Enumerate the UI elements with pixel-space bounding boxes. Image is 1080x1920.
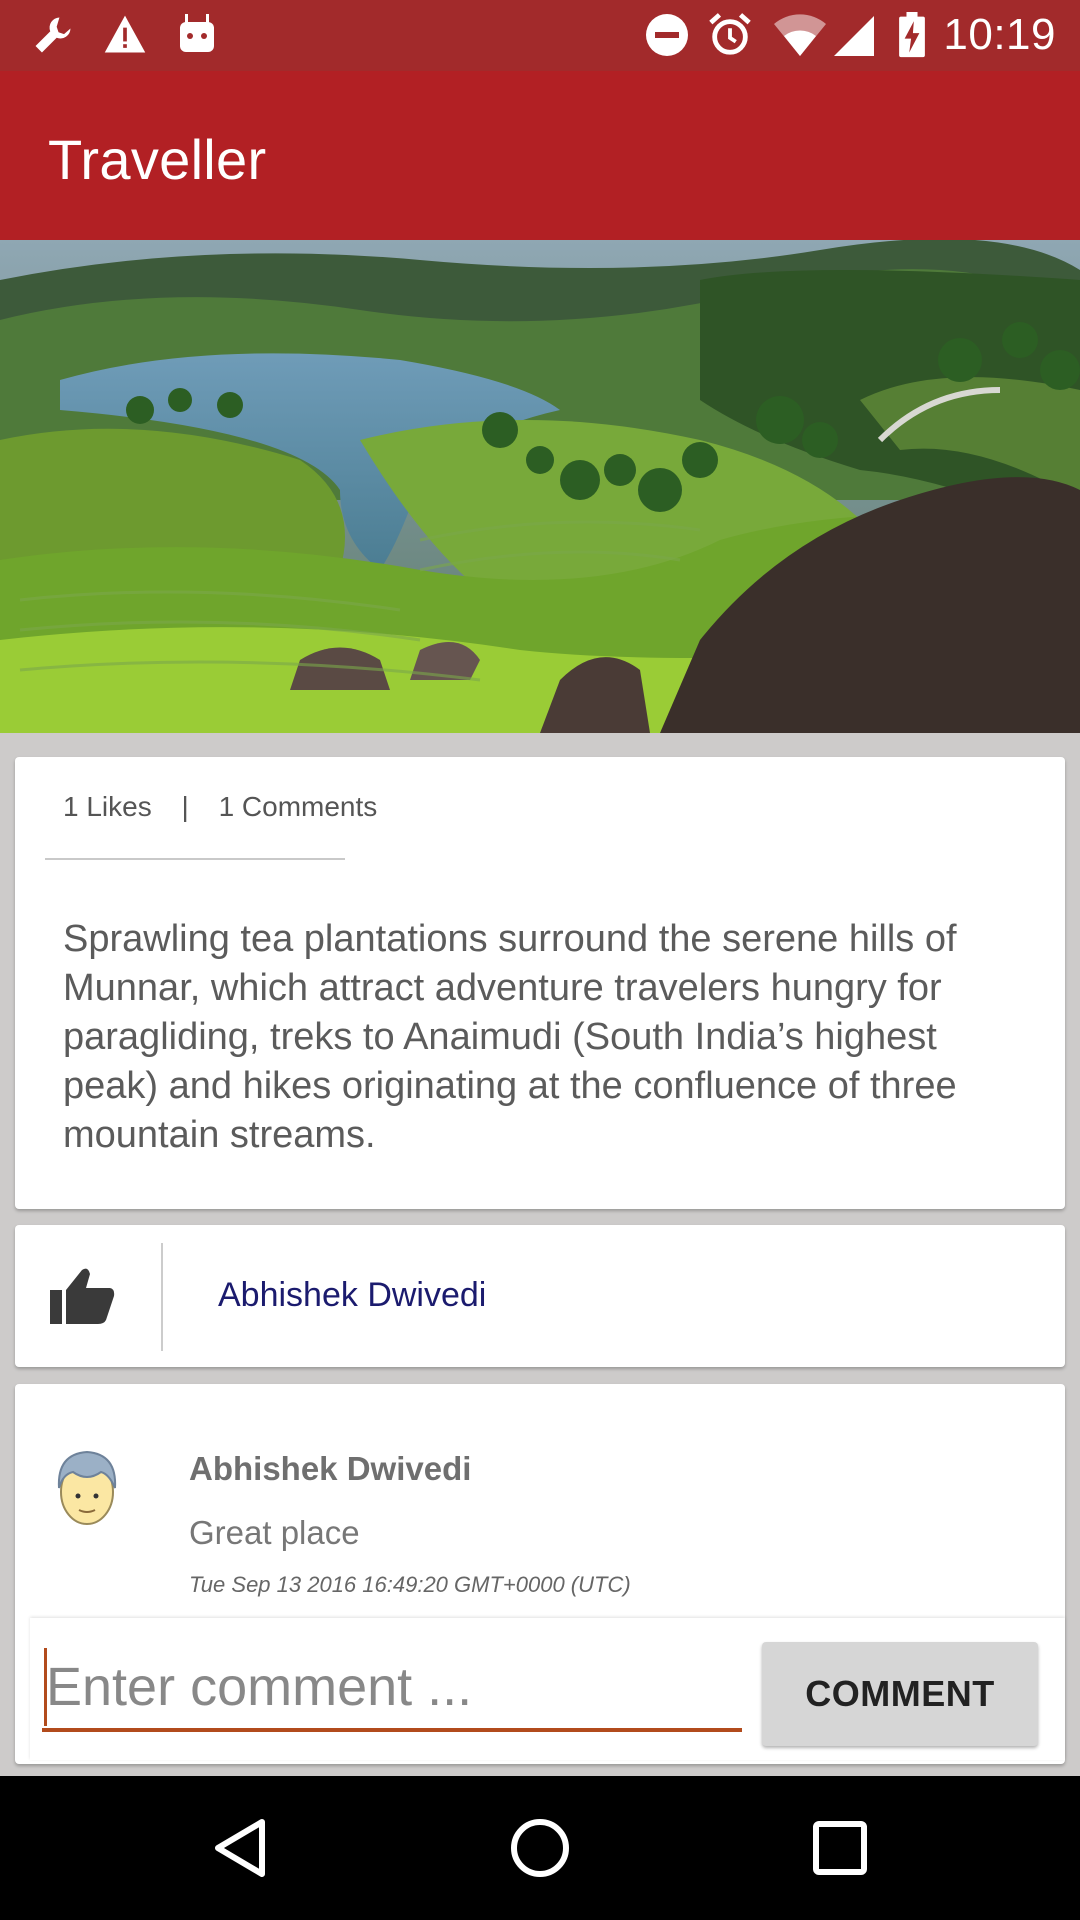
comments-count[interactable]: 1 Comments xyxy=(219,791,378,823)
stats-separator: | xyxy=(181,791,189,822)
android-debug-icon xyxy=(180,14,214,52)
signal-icon xyxy=(834,16,874,56)
likes-card: Abhishek Dwivedi xyxy=(15,1225,1065,1367)
comment-composer: COMMENT xyxy=(30,1618,1065,1760)
hero-image xyxy=(0,240,1080,733)
liker-name[interactable]: Abhishek Dwivedi xyxy=(218,1276,486,1315)
comment-text: Great place xyxy=(189,1514,360,1551)
app-title: Traveller xyxy=(48,128,267,191)
clock: 10:19 xyxy=(943,10,1056,59)
post-description: Sprawling tea plantations surround the s… xyxy=(63,918,957,1156)
recents-icon[interactable] xyxy=(800,1808,880,1888)
app-bar: Traveller xyxy=(0,71,1080,240)
battery-charging-icon xyxy=(899,12,925,58)
text-cursor xyxy=(44,1648,47,1726)
do-not-disturb-icon xyxy=(646,14,688,56)
comment-input[interactable] xyxy=(42,1652,744,1722)
comment-author: Abhishek Dwivedi xyxy=(189,1450,472,1487)
wifi-icon xyxy=(774,14,826,56)
avatar-icon xyxy=(57,1450,117,1525)
back-icon[interactable] xyxy=(200,1808,280,1888)
post-card: 1 Likes | 1 Comments Sprawling tea plant… xyxy=(15,757,1065,1209)
stats-divider xyxy=(45,858,345,860)
alarm-icon xyxy=(709,13,751,55)
comment-button[interactable]: COMMENT xyxy=(762,1642,1038,1746)
warning-icon xyxy=(104,15,146,53)
likes-divider xyxy=(161,1243,163,1351)
landscape-image xyxy=(0,240,1080,733)
home-icon[interactable] xyxy=(500,1808,580,1888)
wrench-icon xyxy=(35,17,71,53)
navigation-bar xyxy=(0,1776,1080,1920)
comment-timestamp: Tue Sep 13 2016 16:49:20 GMT+0000 (UTC) xyxy=(189,1572,631,1597)
status-bar: 10:19 xyxy=(0,0,1080,71)
post-stats: 1 Likes | 1 Comments xyxy=(63,791,377,823)
comment-input-underline xyxy=(42,1728,742,1732)
thumbs-up-icon[interactable] xyxy=(48,1266,116,1326)
likes-count[interactable]: 1 Likes xyxy=(63,791,152,823)
